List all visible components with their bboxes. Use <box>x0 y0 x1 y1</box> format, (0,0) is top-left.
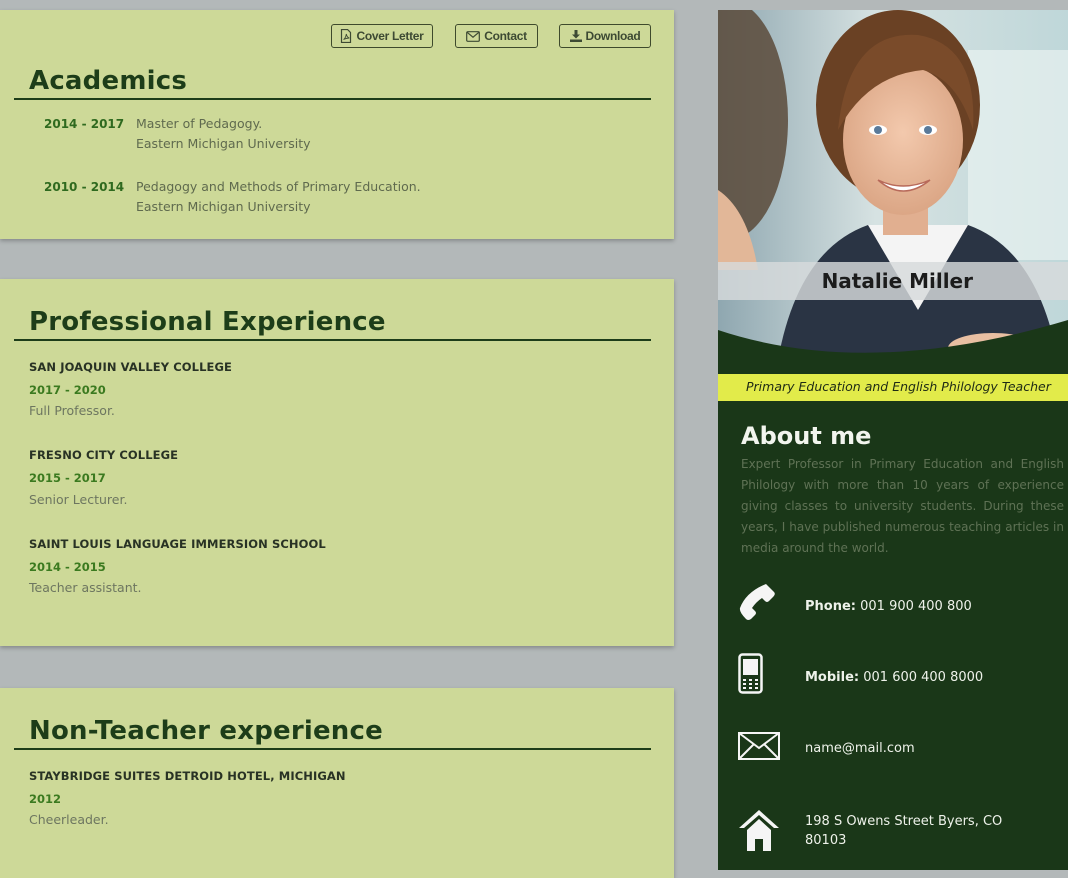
mail-icon <box>738 732 780 760</box>
mobile-label: Mobile: <box>805 670 860 685</box>
phone-label: Phone: <box>805 599 856 614</box>
phone-line: Phone: 001 900 400 800 <box>805 599 972 614</box>
contact-label: Contact <box>484 29 527 43</box>
academic-degree: Pedagogy and Methods of Primary Educatio… <box>136 179 421 194</box>
academics-card: Cover Letter Contact Download Academics … <box>0 10 674 239</box>
professional-divider <box>14 339 651 341</box>
job-years: 2012 <box>29 792 62 806</box>
address-line-2: 80103 <box>805 833 847 848</box>
non-teacher-title: Non-Teacher experience <box>29 716 383 746</box>
profile-sidebar: Natalie Miller Primary Education and Eng… <box>718 10 1068 870</box>
job-organization: FRESNO CITY COLLEGE <box>29 448 179 462</box>
address: 198 S Owens Street Byers, CO 80103 <box>805 812 1002 850</box>
phone-number: 001 900 400 800 <box>860 599 972 614</box>
non-teacher-divider <box>14 748 651 750</box>
job-organization: SAINT LOUIS LANGUAGE IMMERSION SCHOOL <box>29 537 326 551</box>
pdf-icon <box>341 29 352 43</box>
about-title: About me <box>741 422 872 450</box>
mobile-icon <box>738 653 763 694</box>
download-label: Download <box>585 29 641 43</box>
academic-years: 2014 - 2017 <box>44 117 125 131</box>
academics-divider <box>14 98 651 100</box>
contact-button[interactable]: Contact <box>455 24 538 48</box>
job-role: Teacher assistant. <box>29 580 142 595</box>
non-teacher-card: Non-Teacher experience STAYBRIDGE SUITES… <box>0 688 674 878</box>
job-role: Full Professor. <box>29 403 115 418</box>
mobile-line: Mobile: 001 600 400 8000 <box>805 670 983 685</box>
cover-letter-label: Cover Letter <box>356 29 424 43</box>
job-years: 2014 - 2015 <box>29 560 106 574</box>
about-text: Expert Professor in Primary Education an… <box>741 457 1064 555</box>
email-address[interactable]: name@mail.com <box>805 741 915 756</box>
job-role: Senior Lecturer. <box>29 492 128 507</box>
mobile-number: 001 600 400 8000 <box>863 670 984 685</box>
home-icon <box>739 810 779 851</box>
job-organization: SAN JOAQUIN VALLEY COLLEGE <box>29 360 232 374</box>
academic-school: Eastern Michigan University <box>136 136 311 151</box>
academic-years: 2010 - 2014 <box>44 180 125 194</box>
cover-letter-button[interactable]: Cover Letter <box>331 24 433 48</box>
envelope-icon <box>466 30 481 42</box>
download-icon <box>569 30 582 42</box>
profile-subtitle: Primary Education and English Philology … <box>746 379 1051 394</box>
job-organization: STAYBRIDGE SUITES DETROID HOTEL, MICHIGA… <box>29 769 346 783</box>
professional-experience-card: Professional Experience SAN JOAQUIN VALL… <box>0 279 674 646</box>
academics-title: Academics <box>29 66 188 96</box>
photo-curve <box>718 320 1068 380</box>
profile-name: Natalie Miller <box>821 269 973 293</box>
job-years: 2017 - 2020 <box>29 383 106 397</box>
address-line-1: 198 S Owens Street Byers, CO <box>805 814 1003 829</box>
academic-degree: Master of Pedagogy. <box>136 116 263 131</box>
job-years: 2015 - 2017 <box>29 471 106 485</box>
academic-school: Eastern Michigan University <box>136 199 311 214</box>
professional-title: Professional Experience <box>29 307 386 337</box>
download-button[interactable]: Download <box>559 24 651 48</box>
job-role: Cheerleader. <box>29 812 109 827</box>
phone-icon <box>739 584 775 620</box>
